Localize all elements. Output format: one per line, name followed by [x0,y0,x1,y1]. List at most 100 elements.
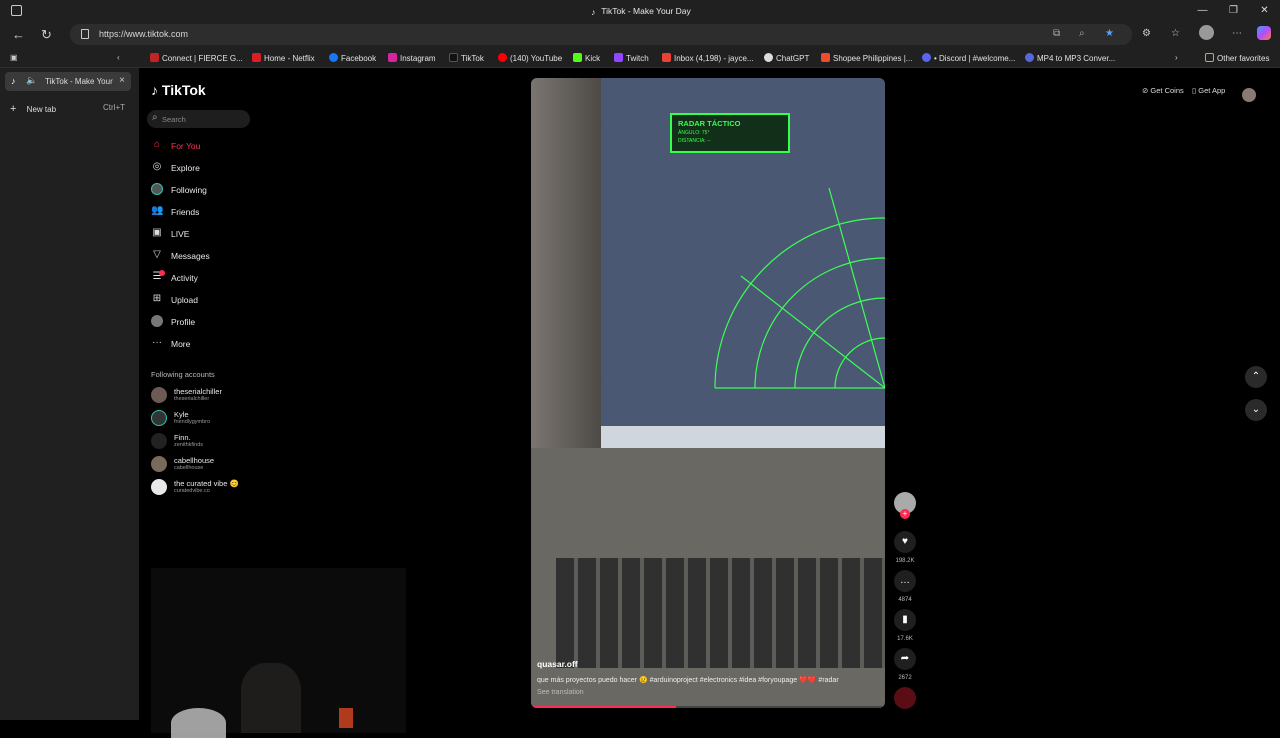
bookmark-favicon-icon [922,53,931,62]
comment-icon[interactable]: … [894,570,916,592]
folder-icon [1205,53,1214,62]
previous-video-button[interactable]: ⌃ [1245,366,1267,388]
site-info-icon[interactable] [81,29,89,39]
speaker-icon[interactable]: 🔈 [26,75,37,86]
bookmark-favicon-icon [614,53,623,62]
user-avatar[interactable] [1242,88,1256,102]
music-disc[interactable] [893,687,917,709]
see-translation-link[interactable]: See translation [537,689,584,696]
bookmarks-scroll-left-icon[interactable]: ‹ [117,53,120,62]
comment-action[interactable]: … 4874 [893,570,917,603]
bookmark-item[interactable]: Facebook [329,53,376,63]
url-text[interactable]: https://www.tiktok.com [99,29,188,39]
bookmarks-bar: ▣ ‹ Connect | FIERCE G... Home - Netflix… [0,48,1280,68]
bookmark-favicon-icon [252,53,261,62]
close-tab-icon[interactable]: × [119,75,125,86]
collections-icon[interactable]: ▣ [10,53,18,62]
address-bar[interactable]: https://www.tiktok.com ⧉ ⌕ ★ [70,24,1132,45]
compass-icon: ◎ [152,161,162,172]
bookmark-favicon-icon [764,53,773,62]
avatar [151,456,167,472]
search-input[interactable]: ⌕ Search [147,110,250,128]
bookmark-item[interactable]: ChatGPT [764,53,809,63]
bookmark-item[interactable]: • Discord | #welcome... [922,53,1015,63]
bookmark-favicon-icon [388,53,397,62]
bookmark-item[interactable]: Kick [573,53,600,63]
bookmark-item[interactable]: Home - Netflix [252,53,315,63]
share-icon[interactable]: ➦ [894,648,916,670]
zoom-icon[interactable]: ⌕ [1079,28,1085,39]
new-tab-button[interactable]: + New tab Ctrl+T [10,103,125,115]
avatar [151,410,167,426]
tiktok-logo[interactable]: ♪ TikTok [151,82,206,98]
creator-avatar[interactable]: + [893,492,917,519]
other-favorites[interactable]: Other favorites [1205,53,1269,63]
avatar [151,433,167,449]
video-author[interactable]: quasar.off [537,659,578,669]
video-progress-fill [531,706,677,708]
refresh-icon[interactable]: ↻ [41,27,52,43]
keyboard [556,558,885,668]
bookmark-item[interactable]: Shopee Philippines |... [821,53,912,63]
favorite-star-icon[interactable]: ★ [1105,28,1114,39]
tiktok-favicon-icon: ♪ [11,76,16,86]
friends-icon: 👥 [151,205,164,216]
save-action[interactable]: ▮ 17.6K [893,609,917,642]
notification-dot [159,270,165,276]
share-action[interactable]: ➦ 2672 [893,648,917,681]
menu-icon[interactable]: ⋯ [1232,28,1242,39]
extensions-icon[interactable]: ⚙ [1142,28,1151,39]
get-coins-button[interactable]: ⊘ Get Coins [1142,86,1184,95]
favorites-icon[interactable]: ☆ [1171,28,1180,39]
tiktok-app: ♪ TikTok ⌕ Search ⌂ For You ◎ Explore Foll… [139,68,1280,738]
live-icon: ▣ [152,227,162,238]
next-video-button[interactable]: ⌄ [1245,399,1267,421]
bookmark-item[interactable]: Inbox (4,198) - jayce... [662,53,754,63]
bookmark-favicon-icon [1025,53,1034,62]
bookmark-item[interactable]: TikTok [449,53,484,63]
bookmark-item[interactable]: Twitch [614,53,649,63]
video-progress-bar[interactable] [531,706,885,708]
profile-avatar[interactable] [1199,25,1214,40]
tiktok-favicon-icon: ♪ [591,7,596,17]
get-app-button[interactable]: ▯ Get App [1192,86,1225,95]
back-arrow-icon[interactable]: ← [12,27,25,42]
radar-info-box: RADAR TÁCTICO ÁNGULO: 75° DISTANCIA: -- [670,113,790,153]
bookmark-favicon-icon [498,53,507,62]
person-silhouette [241,663,301,733]
bookmark-item[interactable]: Connect | FIERCE G... [150,53,243,63]
open-in-app-icon[interactable]: ⧉ [1053,28,1060,39]
window-title: ♪ TikTok - Make Your Day [591,6,691,17]
video-player[interactable]: RADAR TÁCTICO ÁNGULO: 75° DISTANCIA: -- … [531,78,885,708]
bookmark-item[interactable]: (140) YouTube [498,53,562,63]
tab-tiktok[interactable]: ♪ 🔈 TikTok - Make Your Day × [5,72,131,91]
title-bar: ♪ TikTok - Make Your Day — ❐ ✕ [0,0,1280,21]
music-disc-icon[interactable] [894,687,916,709]
minimize-button[interactable]: — [1187,0,1218,21]
close-window-button[interactable]: ✕ [1249,0,1280,21]
taskbar [601,426,885,448]
bookmarks-scroll-right-icon[interactable]: › [1175,53,1178,62]
bookmark-icon[interactable]: ▮ [894,609,916,631]
video-caption: que más proyectos puedo hacer 😢 #arduino… [537,677,839,684]
bookmark-item[interactable]: MP4 to MP3 Conver... [1025,53,1115,63]
bookmark-favicon-icon [821,53,830,62]
bookmark-favicon-icon [449,53,458,62]
more-dots-icon: ··· [152,337,162,348]
bookmark-favicon-icon [573,53,582,62]
avatar [151,479,167,495]
phone-icon: ▯ [1192,86,1197,95]
maximize-button[interactable]: ❐ [1218,0,1249,21]
bookmark-item[interactable]: Instagram [388,53,436,63]
follow-plus-icon[interactable]: + [900,509,910,519]
webcam-overlay [151,568,406,738]
heart-icon[interactable]: ♥ [894,531,916,553]
bookmark-favicon-icon [150,53,159,62]
copilot-icon[interactable] [1257,26,1271,40]
like-action[interactable]: ♥ 198.2K [893,531,917,564]
home-icon: ⌂ [153,139,161,150]
avatar [151,387,167,403]
tab-title: TikTok - Make Your Day [45,77,115,86]
vertical-tabs-panel: ♪ 🔈 TikTok - Make Your Day × + New tab C… [0,68,139,720]
fan-shape [171,708,226,738]
